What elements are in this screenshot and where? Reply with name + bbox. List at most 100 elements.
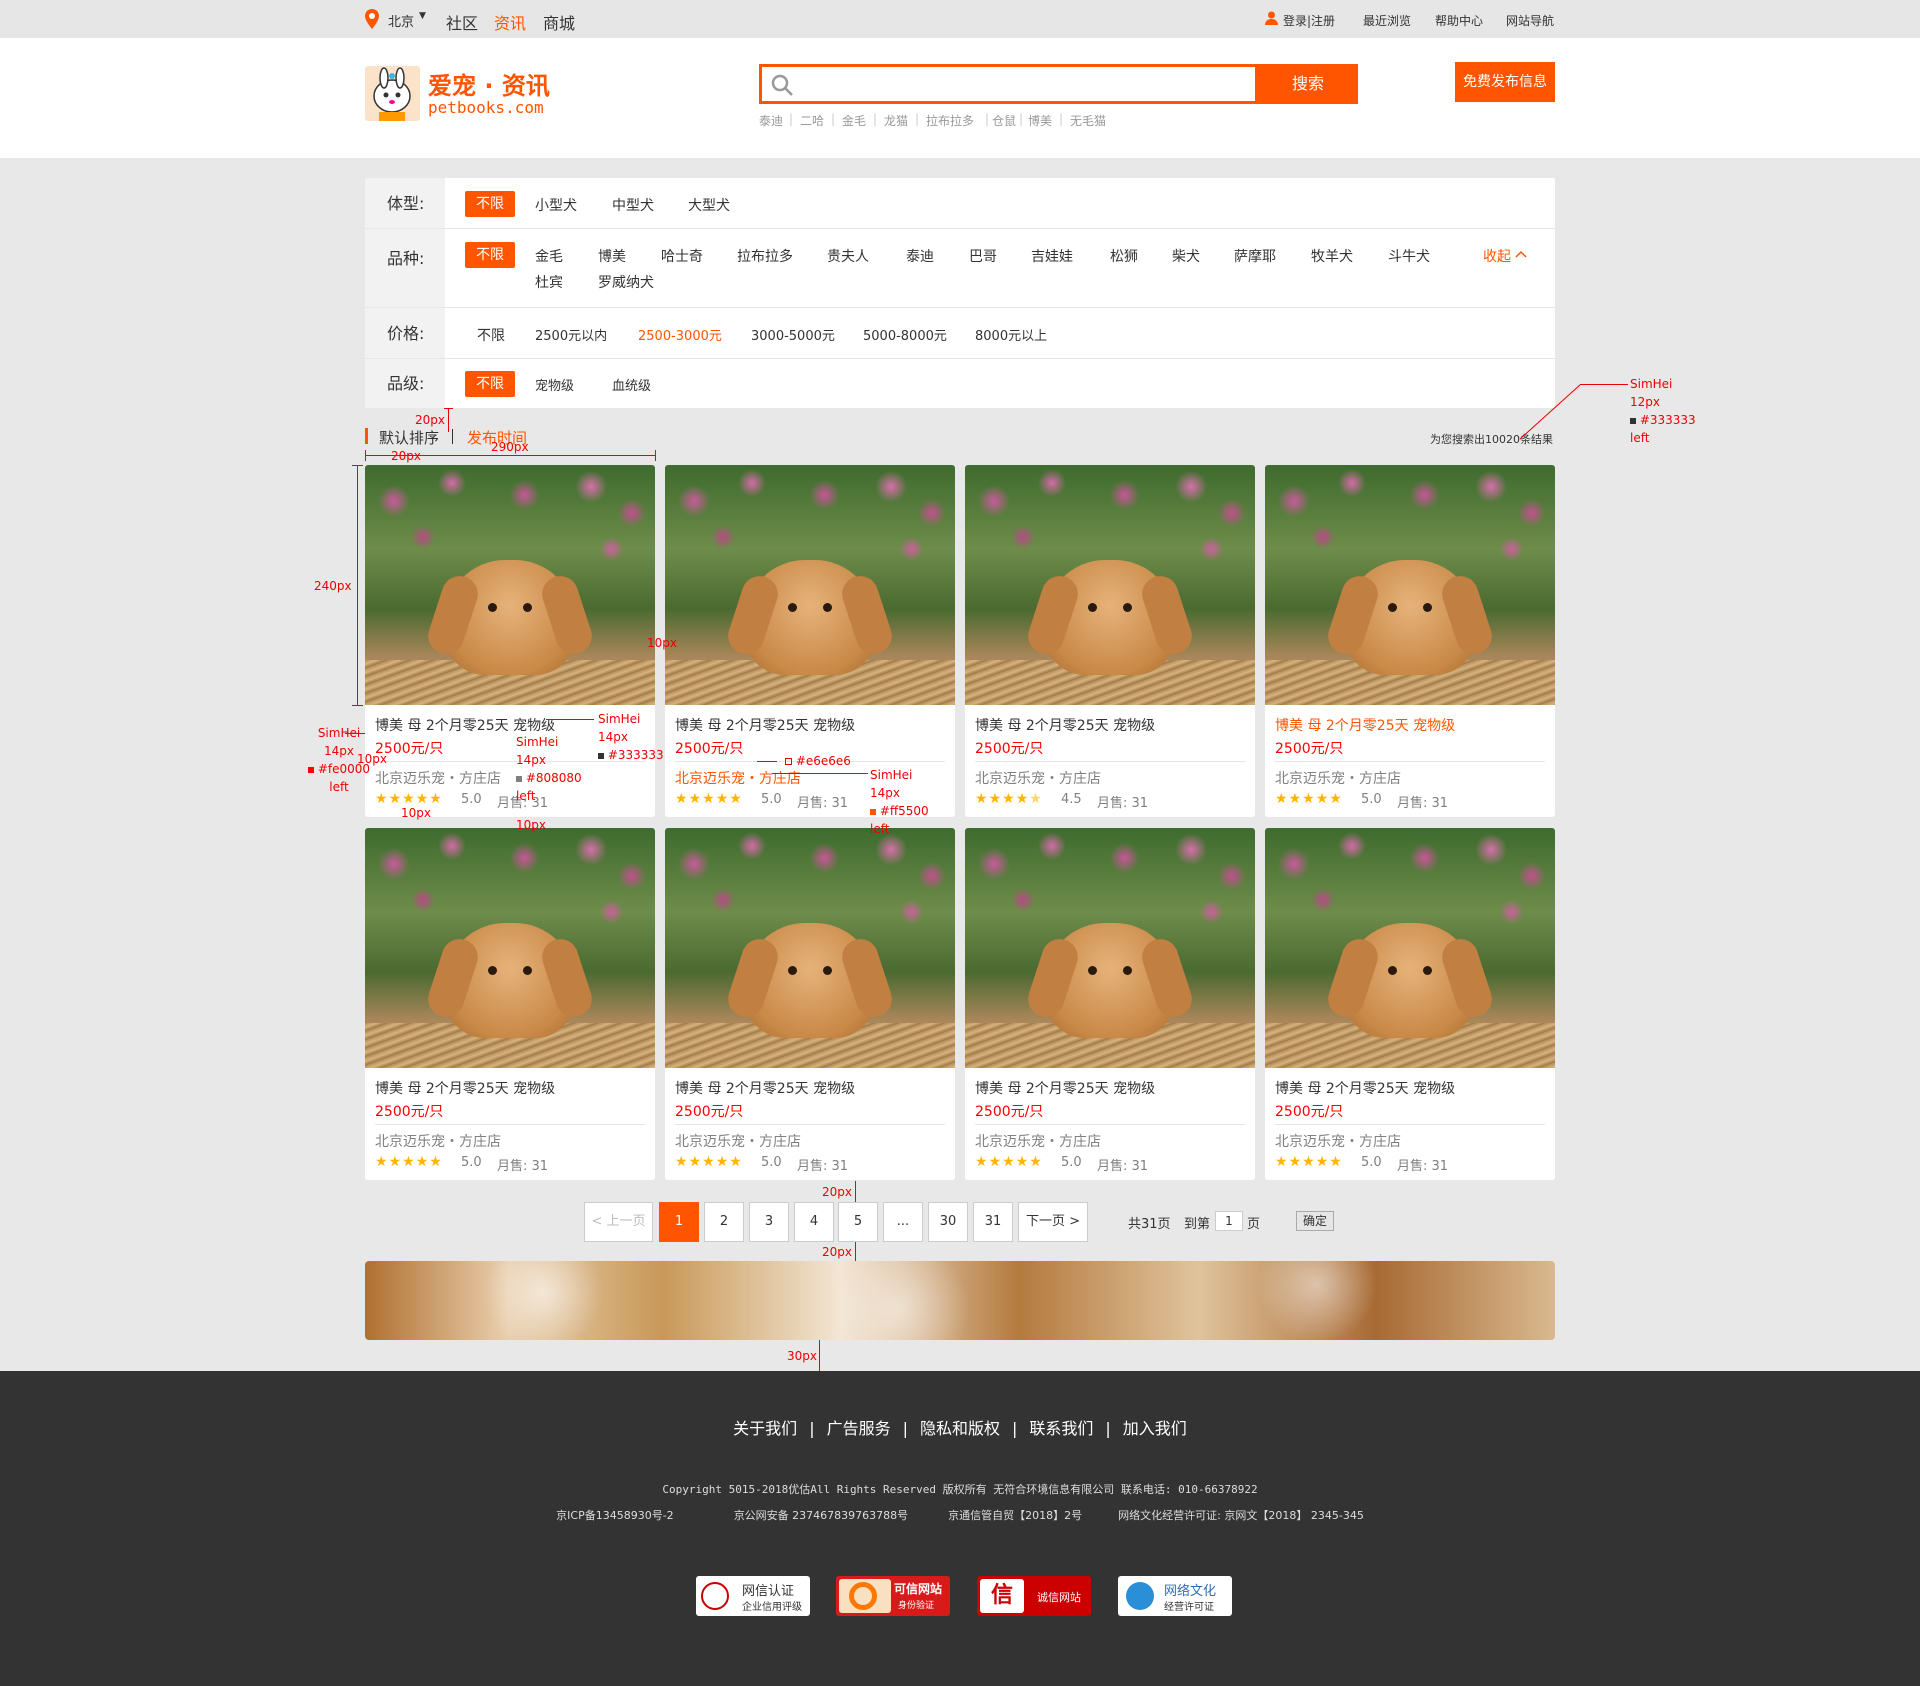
collapse-toggle[interactable]: 收起 — [1483, 246, 1511, 266]
search-box[interactable] — [759, 64, 1258, 104]
card-store[interactable]: 北京迈乐宠・方庄店 — [375, 768, 501, 788]
page-button[interactable]: 31 — [973, 1202, 1013, 1242]
chevron-up-icon[interactable] — [1515, 249, 1527, 259]
hot-term[interactable]: 博美 — [1028, 112, 1052, 129]
page-button[interactable]: 30 — [928, 1202, 968, 1242]
page-button[interactable]: 4 — [794, 1202, 834, 1242]
login-register-link[interactable]: 登录|注册 — [1283, 12, 1335, 29]
filter-option[interactable]: 血统级 — [612, 375, 651, 394]
filter-option[interactable]: 8000元以上 — [975, 325, 1047, 344]
hot-term[interactable]: 龙猫 — [884, 112, 908, 129]
filter-option[interactable]: 宠物级 — [535, 375, 574, 394]
filter-option[interactable]: 牧羊犬 — [1311, 246, 1353, 266]
filter-option-selected[interactable]: 不限 — [465, 242, 515, 268]
filter-option[interactable]: 2500元以内 — [535, 325, 607, 344]
goto-page-input[interactable]: 1 — [1215, 1211, 1243, 1231]
logo-mascot[interactable] — [365, 66, 420, 121]
badge-integrity-site[interactable]: 信 诚信网站 — [977, 1576, 1091, 1616]
help-center-link[interactable]: 帮助中心 — [1435, 12, 1483, 29]
footer-link-privacy[interactable]: 隐私和版权 — [920, 1419, 1000, 1438]
filter-option[interactable]: 萨摩耶 — [1234, 246, 1276, 266]
page-button-current[interactable]: 1 — [659, 1202, 699, 1242]
filter-option[interactable]: 金毛 — [535, 246, 563, 266]
product-card[interactable]: 博美 母 2个月零25天 宠物级 2500元/只 北京迈乐宠・方庄店 ★★★★★ 4.5… — [965, 465, 1255, 817]
brand-name[interactable]: 爱宠 · 资讯 — [428, 66, 550, 101]
hot-term[interactable]: 无毛猫 — [1070, 112, 1106, 129]
ad-banner[interactable] — [365, 1261, 1555, 1340]
card-store[interactable]: 北京迈乐宠・方庄店 — [975, 768, 1101, 788]
pet-photo[interactable] — [365, 465, 655, 705]
product-card[interactable]: 博美 母 2个月零25天 宠物级 2500元/只 北京迈乐宠・方庄店 ★★★★★ 5.0… — [665, 828, 955, 1180]
product-card[interactable]: 博美 母 2个月零25天 宠物级 2500元/只 北京迈乐宠・方庄店 ★★★★★ 5.0… — [365, 828, 655, 1180]
nav-community[interactable]: 社区 — [446, 10, 478, 34]
recent-browse-link[interactable]: 最近浏览 — [1363, 12, 1411, 29]
pet-photo[interactable] — [1265, 828, 1555, 1068]
filter-option-selected[interactable]: 不限 — [465, 371, 515, 397]
filter-option[interactable]: 5000-8000元 — [863, 325, 947, 344]
filter-option-selected[interactable]: 2500-3000元 — [638, 325, 722, 344]
hot-term[interactable]: 仓鼠 — [992, 112, 1016, 129]
card-title[interactable]: 博美 母 2个月零25天 宠物级 — [975, 1078, 1155, 1098]
card-store[interactable]: 北京迈乐宠・方庄店 — [375, 1131, 501, 1151]
filter-option[interactable]: 3000-5000元 — [751, 325, 835, 344]
search-button[interactable]: 搜索 — [1258, 64, 1358, 104]
hot-term[interactable]: 拉布拉多 — [926, 112, 974, 129]
pet-photo[interactable] — [1265, 465, 1555, 705]
pet-photo[interactable] — [965, 465, 1255, 705]
badge-trust-cert[interactable]: 网信认证 企业信用评级 — [696, 1576, 810, 1616]
filter-option[interactable]: 巴哥 — [969, 246, 997, 266]
card-store[interactable]: 北京迈乐宠・方庄店 — [675, 768, 801, 788]
filter-option[interactable]: 松狮 — [1110, 246, 1138, 266]
site-nav-link[interactable]: 网站导航 — [1506, 12, 1554, 29]
footer-link-contact[interactable]: 联系我们 — [1029, 1419, 1093, 1438]
product-card[interactable]: 博美 母 2个月零25天 宠物级 2500元/只 北京迈乐宠・方庄店 ★★★★★ 5.0… — [965, 828, 1255, 1180]
page-button[interactable]: 3 — [749, 1202, 789, 1242]
product-card[interactable]: 博美 母 2个月零25天 宠物级 2500元/只 北京迈乐宠・方庄店 ★★★★★ 5.0… — [1265, 465, 1555, 817]
filter-option[interactable]: 不限 — [477, 325, 505, 345]
filter-option-selected[interactable]: 不限 — [465, 191, 515, 217]
badge-internet-culture[interactable]: 网络文化 经营许可证 — [1118, 1576, 1232, 1616]
card-title[interactable]: 博美 母 2个月零25天 宠物级 — [675, 715, 855, 735]
filter-option[interactable]: 小型犬 — [535, 195, 577, 215]
card-title[interactable]: 博美 母 2个月零25天 宠物级 — [375, 715, 555, 735]
publish-info-button[interactable]: 免费发布信息 — [1455, 62, 1555, 102]
filter-option[interactable]: 博美 — [598, 246, 626, 266]
filter-option[interactable]: 拉布拉多 — [737, 246, 793, 266]
hot-term[interactable]: 泰迪 — [759, 112, 783, 129]
filter-option[interactable]: 柴犬 — [1172, 246, 1200, 266]
product-card[interactable]: 博美 母 2个月零25天 宠物级 2500元/只 北京迈乐宠・方庄店 ★★★★★ 5.0… — [365, 465, 655, 817]
card-title[interactable]: 博美 母 2个月零25天 宠物级 — [675, 1078, 855, 1098]
brand-domain[interactable]: petbooks.com — [428, 98, 544, 117]
card-store[interactable]: 北京迈乐宠・方庄店 — [1275, 1131, 1401, 1151]
footer-link-about[interactable]: 关于我们 — [733, 1419, 797, 1438]
filter-option[interactable]: 大型犬 — [688, 195, 730, 215]
hot-term[interactable]: 二哈 — [800, 112, 824, 129]
page-button[interactable]: 5 — [838, 1202, 878, 1242]
nav-shop[interactable]: 商城 — [543, 10, 575, 34]
card-title[interactable]: 博美 母 2个月零25天 宠物级 — [375, 1078, 555, 1098]
city-select[interactable]: 北京 — [388, 11, 414, 30]
card-store[interactable]: 北京迈乐宠・方庄店 — [975, 1131, 1101, 1151]
prev-page-button[interactable]: < 上一页 — [584, 1202, 653, 1242]
next-page-button[interactable]: 下一页 > — [1018, 1202, 1088, 1242]
badge-trusted-site[interactable]: 可信网站 身份验证 — [836, 1576, 950, 1616]
card-title[interactable]: 博美 母 2个月零25天 宠物级 — [1275, 1078, 1455, 1098]
filter-option[interactable]: 哈士奇 — [661, 246, 703, 266]
goto-confirm-button[interactable]: 确定 — [1296, 1211, 1334, 1231]
pet-photo[interactable] — [665, 828, 955, 1068]
nav-news[interactable]: 资讯 — [494, 10, 526, 34]
filter-option[interactable]: 杜宾 — [535, 272, 563, 292]
pet-photo[interactable] — [665, 465, 955, 705]
product-card[interactable]: 博美 母 2个月零25天 宠物级 2500元/只 北京迈乐宠・方庄店 ★★★★★ 5.0… — [1265, 828, 1555, 1180]
filter-option[interactable]: 中型犬 — [612, 195, 654, 215]
pet-photo[interactable] — [965, 828, 1255, 1068]
sort-default[interactable]: 默认排序 — [379, 427, 439, 448]
filter-option[interactable]: 斗牛犬 — [1388, 246, 1430, 266]
card-store[interactable]: 北京迈乐宠・方庄店 — [675, 1131, 801, 1151]
chevron-down-icon[interactable]: ▼ — [419, 11, 426, 21]
search-input[interactable] — [802, 71, 1242, 97]
filter-option[interactable]: 贵夫人 — [827, 246, 869, 266]
page-button[interactable]: 2 — [704, 1202, 744, 1242]
filter-option[interactable]: 吉娃娃 — [1031, 246, 1073, 266]
card-title[interactable]: 博美 母 2个月零25天 宠物级 — [975, 715, 1155, 735]
